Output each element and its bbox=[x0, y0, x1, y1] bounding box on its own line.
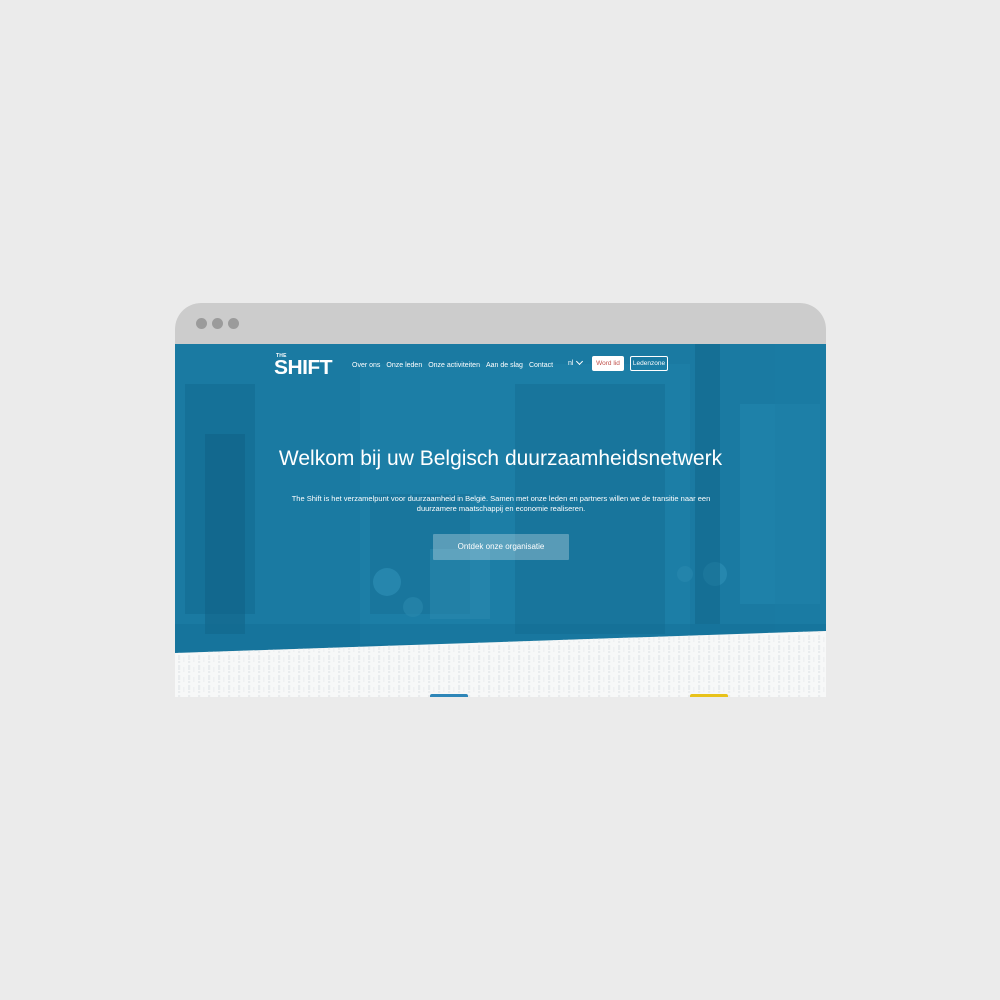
ledenzone-button[interactable]: Ledenzone bbox=[630, 356, 668, 371]
window-dot-icon[interactable] bbox=[212, 318, 223, 329]
window-titlebar bbox=[175, 303, 826, 344]
page-viewport: THE SHIFT Over ons Onze leden Onze activ… bbox=[175, 344, 826, 697]
language-label: nl bbox=[568, 360, 574, 367]
nav-item-contact[interactable]: Contact bbox=[529, 361, 553, 370]
chevron-down-icon bbox=[576, 357, 584, 366]
main-nav: Over ons Onze leden Onze activiteiten Aa… bbox=[352, 359, 559, 371]
hero-slant-divider bbox=[175, 631, 826, 697]
card-peek-yellow bbox=[690, 694, 728, 697]
window-dot-icon[interactable] bbox=[196, 318, 207, 329]
the-shift-logo[interactable]: THE SHIFT bbox=[274, 352, 334, 379]
nav-item-over-ons[interactable]: Over ons bbox=[352, 361, 380, 370]
hero-description: The Shift is het verzamelpunt voor duurz… bbox=[291, 494, 711, 513]
window-dot-icon[interactable] bbox=[228, 318, 239, 329]
discover-organisation-button[interactable]: Ontdek onze organisatie bbox=[433, 534, 569, 560]
word-lid-button[interactable]: Word lid bbox=[592, 356, 624, 371]
card-peek-blue bbox=[430, 694, 468, 697]
nav-item-onze-activiteiten[interactable]: Onze activiteiten bbox=[428, 361, 480, 370]
hero-section: THE SHIFT Over ons Onze leden Onze activ… bbox=[175, 344, 826, 697]
hero-title: Welkom bij uw Belgisch duurzaamheidsnetw… bbox=[278, 447, 723, 470]
browser-window: THE SHIFT Over ons Onze leden Onze activ… bbox=[175, 303, 826, 697]
logo-word-text: SHIFT bbox=[274, 357, 333, 379]
nav-item-onze-leden[interactable]: Onze leden bbox=[386, 361, 422, 370]
language-selector[interactable]: nl bbox=[568, 357, 584, 368]
nav-item-aan-de-slag[interactable]: Aan de slag bbox=[486, 361, 523, 370]
